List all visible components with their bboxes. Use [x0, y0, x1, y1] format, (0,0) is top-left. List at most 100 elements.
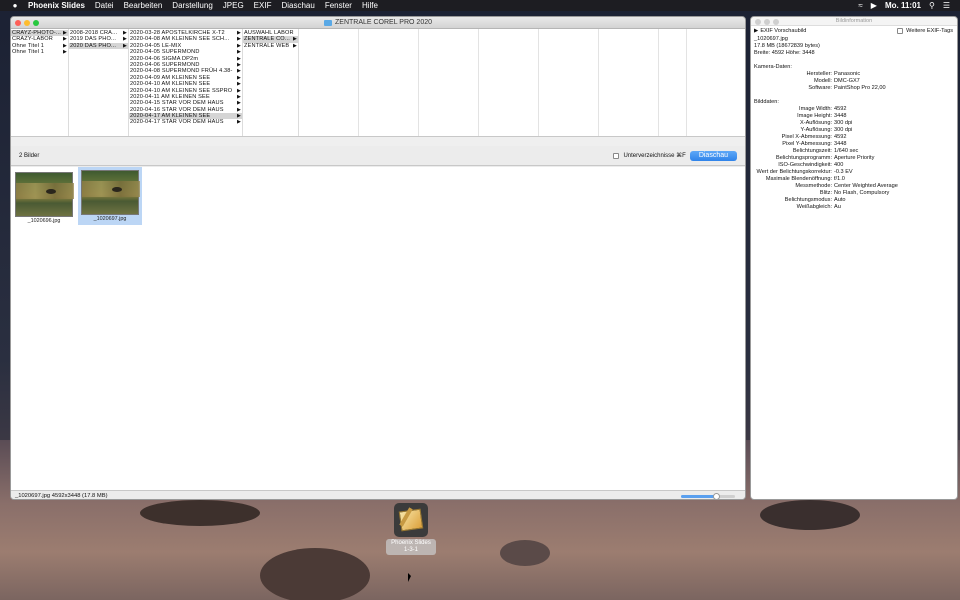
rock-decoration	[260, 548, 370, 600]
rock-decoration	[140, 500, 260, 526]
info-row: Weißabgleich: Au	[796, 204, 841, 210]
chevron-right-icon: ▶	[63, 49, 67, 56]
browser-column-empty	[359, 29, 419, 136]
disclosure-triangle-icon[interactable]: ▶	[754, 28, 758, 34]
thumbnail-image	[81, 170, 140, 215]
menu-jpeg[interactable]: JPEG	[223, 1, 244, 10]
thumbnail-selected[interactable]: _1020697.jpg	[78, 167, 142, 225]
close-button[interactable]	[755, 19, 761, 25]
rock-decoration	[500, 540, 550, 566]
info-window: Bildinformation ▶ EXIF Vorschaubild Weit…	[750, 16, 958, 500]
info-dimensions: Breite: 4592 Höhe: 3448	[754, 50, 815, 56]
info-row: Blitz: No Flash, Compulsory	[819, 190, 890, 196]
thumbnail-caption: _1020696.jpg	[27, 218, 61, 224]
slideshow-button[interactable]: Diaschau	[689, 150, 737, 161]
list-item[interactable]: 2020-04-17 STAR VOR DEM HAUS ▶	[129, 119, 242, 125]
info-row: Pixel X-Abmessung: 4592	[781, 134, 847, 140]
zoom-slider-fill	[681, 495, 717, 498]
close-button[interactable]	[15, 20, 21, 26]
more-exif-checkbox[interactable]	[897, 28, 904, 34]
info-row: Image Width: 4592	[799, 106, 847, 112]
folder-icon	[324, 19, 332, 26]
minimize-button[interactable]	[764, 19, 770, 25]
minimize-button[interactable]	[24, 20, 30, 26]
main-window-titlebar[interactable]: ZENTRALE COREL PRO 2020	[11, 17, 745, 29]
list-item[interactable]: ZENTRALE WEB ▶	[243, 43, 298, 49]
info-window-titlebar[interactable]: Bildinformation	[751, 17, 957, 26]
menu-datei[interactable]: Datei	[95, 1, 114, 10]
info-row: Y-Auflösung: 300 dpi	[800, 127, 853, 133]
menu-diaschau[interactable]: Diaschau	[281, 1, 314, 10]
browser-column-empty	[539, 29, 599, 136]
more-exif-label: Weitere EXIF-Tags	[906, 28, 953, 34]
info-header: ▶ EXIF Vorschaubild Weitere EXIF-Tags	[751, 26, 957, 36]
camera-heading: Kamera-Daten:	[754, 64, 792, 70]
split-divider[interactable]	[11, 137, 745, 146]
dock-label: Phoenix Slides 1-3-1	[386, 539, 436, 555]
menu-fenster[interactable]: Fenster	[325, 1, 352, 10]
zoom-button[interactable]	[33, 20, 39, 26]
rock-decoration	[760, 500, 860, 530]
thumbnail-grid: _1020696.jpg _1020697.jpg	[11, 167, 745, 490]
column-browser: CRAYZ-PHOTO-... ▶ CRAZY-LABOR ▶ Ohne Titel…	[11, 29, 745, 137]
list-item[interactable]: Ohne Titel 1 ▶	[11, 49, 68, 55]
menu-bearbeiten[interactable]: Bearbeiten	[124, 1, 163, 10]
phoenix-slides-app-icon[interactable]	[394, 503, 428, 537]
browser-column-2: 2008-2018 CRA... ▶ 2019 DAS PHO... ▶ 2020 …	[69, 29, 129, 136]
info-row: Belichtungsmodus: Auto	[784, 197, 846, 203]
main-window: ZENTRALE COREL PRO 2020 CRAYZ-PHOTO-... ▶…	[10, 16, 746, 500]
info-row: Messmethode: Center Weighted Average	[795, 183, 898, 189]
zoom-slider-knob[interactable]	[713, 493, 721, 499]
subfolders-label: Unterverzeichnisse ⌘F	[623, 153, 686, 159]
menu-app[interactable]: Phoenix Slides	[28, 1, 85, 10]
info-row: Software: PaintShop Pro 22,00	[808, 85, 886, 91]
image-heading: Bilddaten:	[754, 99, 779, 105]
info-row: Pixel Y-Abmessung: 3448	[782, 141, 847, 147]
info-row: Belichtungsprogramm: Aperture Priority	[776, 155, 875, 161]
info-row: Hersteller: Panasonic	[806, 71, 861, 77]
browser-column-4: AUSWAHL LABOR ZENTRALE CO... ▶ ZENTRALE W…	[243, 29, 299, 136]
info-row: Belichtungszeit: 1/640 sec	[792, 148, 859, 154]
apple-icon[interactable]: ●	[10, 1, 20, 10]
chevron-right-icon: ▶	[123, 42, 127, 49]
image-count: 2 Bilder	[19, 152, 40, 159]
menu-exif[interactable]: EXIF	[254, 1, 272, 10]
menubar: ● Phoenix Slides Datei Bearbeiten Darste…	[0, 0, 960, 11]
list-item[interactable]: 2020 DAS PHO... ▶	[69, 42, 128, 50]
volume-icon[interactable]: ▶	[871, 1, 877, 10]
info-filename: _1020697.jpg	[754, 36, 788, 42]
info-row: Wert der Belichtungskorrektur: -0.3 EV	[756, 169, 853, 175]
exif-preview-label[interactable]: EXIF Vorschaubild	[760, 28, 806, 34]
browser-column-1: CRAYZ-PHOTO-... ▶ CRAZY-LABOR ▶ Ohne Titel…	[11, 29, 69, 136]
dock-label-title: Phoenix Slides	[391, 540, 431, 546]
search-icon[interactable]: ⚲	[929, 1, 935, 10]
window-title: ZENTRALE COREL PRO 2020	[335, 19, 432, 26]
zoom-button[interactable]	[773, 19, 779, 25]
chevron-right-icon: ▶	[293, 42, 297, 49]
info-body: _1020697.jpg 17.8 MB (18672839 bytes) Br…	[751, 36, 957, 211]
menu-list-icon[interactable]: ☰	[943, 1, 950, 10]
info-row: Maximale Blendenöffnung: f/1.0	[765, 176, 845, 182]
menu-hilfe[interactable]: Hilfe	[362, 1, 378, 10]
wifi-icon[interactable]: ≈	[858, 1, 862, 10]
chevron-right-icon: ▶	[237, 119, 241, 126]
browser-column-empty	[479, 29, 539, 136]
grid-toolbar: 2 Bilder Unterverzeichnisse ⌘F Diaschau	[11, 146, 745, 166]
browser-column-3: 2020-03-28 APOSTELKIRCHE X-T2 ▶ 2020-04-0…	[129, 29, 243, 136]
browser-column-empty	[599, 29, 659, 136]
browser-column-empty	[419, 29, 479, 136]
status-text: _1020697.jpg 4592x3448 (17.8 MB)	[15, 493, 108, 499]
subfolders-checkbox[interactable]	[613, 152, 620, 159]
dock-label-sub: 1-3-1	[403, 547, 418, 553]
browser-column-empty	[659, 29, 687, 136]
info-row: ISO-Geschwindigkeit: 400	[778, 162, 844, 168]
info-row: X-Auflösung: 300 dpi	[799, 120, 853, 126]
clock[interactable]: Mo. 11:01	[885, 1, 921, 10]
info-window-title: Bildinformation	[835, 18, 873, 24]
info-row: Modell: DMC-GX7	[813, 78, 860, 84]
menu-darstellung[interactable]: Darstellung	[172, 1, 212, 10]
zoom-slider[interactable]	[681, 493, 735, 499]
mouse-pointer-icon	[408, 573, 411, 582]
status-bar: _1020697.jpg 4592x3448 (17.8 MB)	[11, 490, 745, 499]
thumbnail[interactable]: _1020696.jpg	[12, 169, 76, 227]
